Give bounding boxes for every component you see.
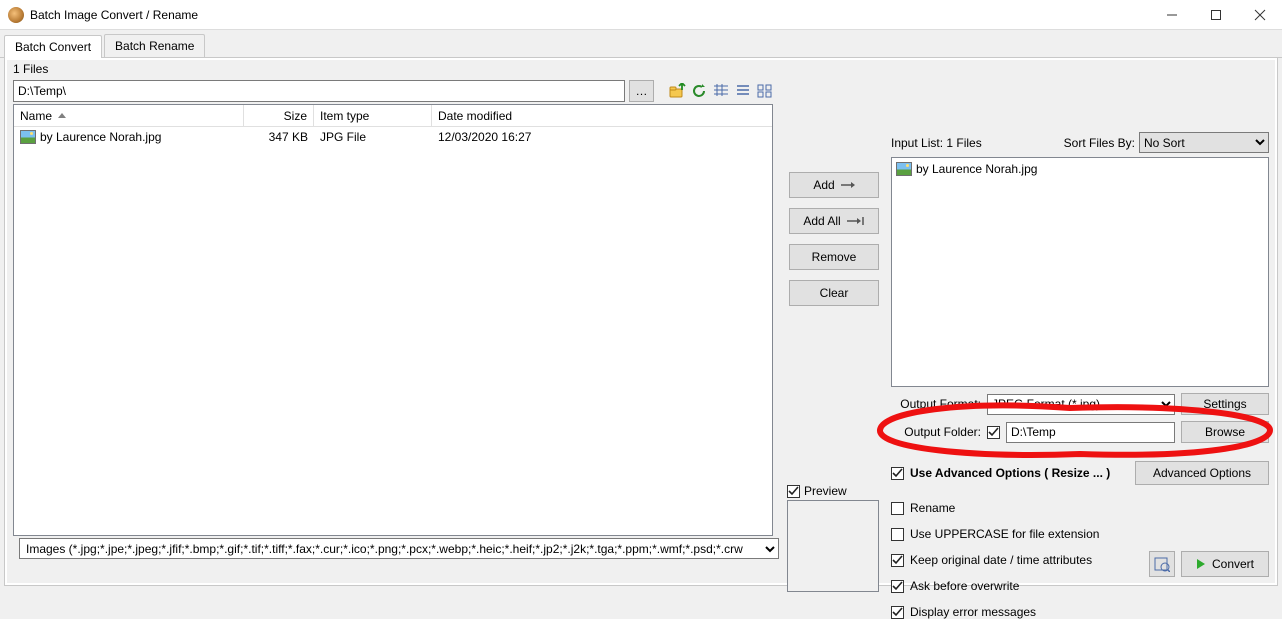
advanced-options-button[interactable]: Advanced Options — [1135, 461, 1269, 485]
input-list-item-name: by Laurence Norah.jpg — [916, 162, 1037, 176]
browse-button[interactable]: … — [629, 80, 654, 102]
advanced-checkbox[interactable] — [891, 467, 904, 480]
view-list-icon[interactable] — [734, 82, 752, 100]
image-file-icon — [896, 162, 912, 176]
keepdate-label: Keep original date / time attributes — [910, 553, 1092, 567]
remove-button[interactable]: Remove — [789, 244, 879, 270]
view-details-icon[interactable] — [712, 82, 730, 100]
settings-button[interactable]: Settings — [1181, 393, 1269, 415]
displayerrors-checkbox[interactable] — [891, 606, 904, 619]
output-format-combo[interactable]: JPEG Format (*.jpg) — [987, 394, 1175, 415]
col-date[interactable]: Date modified — [432, 105, 772, 126]
file-name: by Laurence Norah.jpg — [40, 130, 161, 144]
filter-combo[interactable]: Images (*.jpg;*.jpe;*.jpeg;*.jfif;*.bmp;… — [19, 538, 779, 559]
preview-box — [787, 500, 879, 592]
arrow-right-icon — [841, 181, 855, 189]
add-all-button[interactable]: Add All — [789, 208, 879, 234]
output-folder-checkbox[interactable] — [987, 426, 1000, 439]
maximize-button[interactable] — [1194, 0, 1238, 30]
uppercase-checkbox[interactable] — [891, 528, 904, 541]
ellipsis-icon: … — [636, 84, 648, 98]
clear-button[interactable]: Clear — [789, 280, 879, 306]
close-button[interactable] — [1238, 0, 1282, 30]
col-size[interactable]: Size — [244, 105, 314, 126]
tab-batch-convert[interactable]: Batch Convert — [4, 35, 102, 58]
displayerrors-label: Display error messages — [910, 605, 1036, 619]
add-button[interactable]: Add — [789, 172, 879, 198]
preview-icon — [1154, 556, 1170, 572]
minimize-button[interactable] — [1150, 0, 1194, 30]
input-list[interactable]: by Laurence Norah.jpg — [891, 157, 1269, 387]
sort-files-combo[interactable]: No Sort — [1139, 132, 1269, 153]
file-date: 12/03/2020 16:27 — [438, 130, 531, 144]
view-thumbnails-icon[interactable] — [756, 82, 774, 100]
path-input[interactable] — [13, 80, 625, 102]
input-list-label: Input List: 1 Files — [891, 136, 982, 150]
file-type: JPG File — [320, 130, 366, 144]
output-folder-label: Output Folder: — [891, 425, 981, 439]
file-list[interactable]: Name Size Item type Date modified by Lau… — [13, 104, 773, 536]
sort-files-label: Sort Files By: — [1064, 136, 1135, 150]
file-size: 347 KB — [269, 130, 308, 144]
tab-label: Batch Convert — [15, 40, 91, 54]
preview-label: Preview — [804, 484, 847, 498]
output-folder-input[interactable] — [1006, 422, 1175, 443]
rename-label: Rename — [910, 501, 955, 515]
rename-checkbox[interactable] — [891, 502, 904, 515]
arrow-all-right-icon — [847, 217, 865, 225]
window-title: Batch Image Convert / Rename — [30, 8, 1150, 22]
tab-label: Batch Rename — [115, 39, 194, 53]
displayerrors-checkbox-row[interactable]: Display error messages — [891, 605, 1269, 619]
askoverwrite-label: Ask before overwrite — [910, 579, 1019, 593]
refresh-icon[interactable] — [690, 82, 708, 100]
output-format-label: Output Format: — [891, 397, 981, 411]
file-row[interactable]: by Laurence Norah.jpg 347 KB JPG File 12… — [14, 127, 772, 147]
input-list-item[interactable]: by Laurence Norah.jpg — [894, 160, 1266, 178]
image-file-icon — [20, 130, 36, 144]
preview-checkbox-row[interactable]: Preview — [787, 484, 887, 498]
up-folder-icon[interactable] — [668, 82, 686, 100]
keepdate-checkbox[interactable] — [891, 554, 904, 567]
uppercase-label: Use UPPERCASE for file extension — [910, 527, 1099, 541]
play-icon — [1196, 558, 1206, 570]
preview-button[interactable] — [1149, 551, 1175, 577]
browse-folder-button[interactable]: Browse — [1181, 421, 1269, 443]
uppercase-checkbox-row[interactable]: Use UPPERCASE for file extension — [891, 527, 1269, 541]
col-type[interactable]: Item type — [314, 105, 432, 126]
app-icon — [8, 7, 24, 23]
askoverwrite-checkbox[interactable] — [891, 580, 904, 593]
rename-checkbox-row[interactable]: Rename — [891, 501, 1269, 515]
tab-batch-rename[interactable]: Batch Rename — [104, 34, 205, 57]
col-name[interactable]: Name — [14, 105, 244, 126]
preview-checkbox[interactable] — [787, 485, 800, 498]
convert-button[interactable]: Convert — [1181, 551, 1269, 577]
advanced-label: Use Advanced Options ( Resize ... ) — [910, 466, 1129, 480]
askoverwrite-checkbox-row[interactable]: Ask before overwrite — [891, 579, 1269, 593]
file-count-label: 1 Files — [7, 60, 1275, 78]
